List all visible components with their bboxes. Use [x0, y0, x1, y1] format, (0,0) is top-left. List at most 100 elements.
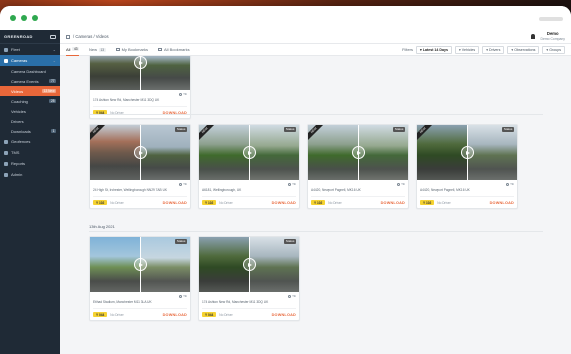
play-icon[interactable]	[133, 146, 147, 159]
video-card[interactable]: Status NEW Tilt A4420, Newport Pagnell, MK1…	[307, 124, 409, 209]
driver-name: No Driver	[219, 312, 233, 317]
tab-label: All Bookmarks	[164, 47, 190, 52]
play-icon[interactable]	[460, 146, 474, 159]
sidebar-header: GREENROAD	[0, 30, 60, 44]
driver-name: No Driver	[219, 200, 233, 205]
sidebar-item-badge: 77	[49, 79, 56, 83]
cab-camera-frame	[249, 125, 299, 180]
cab-camera-frame	[140, 56, 190, 90]
filter-bar: Filters ▾ Latest 14 Days ▾ Vehicles ▾ Dr…	[402, 45, 565, 54]
video-thumbnail[interactable]: Status NEW	[308, 125, 408, 180]
video-card[interactable]: Status NEW Tilt A6181, Wellingborough, UK Y …	[198, 124, 300, 209]
sidebar-item-fleet[interactable]: Fleet ⌄	[0, 44, 60, 55]
tab-my-bookmarks[interactable]: My Bookmarks	[115, 44, 148, 56]
sidebar-item-badge: 25	[49, 99, 56, 103]
tab-all[interactable]: All 43	[66, 44, 79, 56]
tilt-icon	[179, 92, 183, 96]
sidebar-item-label: Drivers	[11, 118, 24, 124]
sidebar-item-coaching[interactable]: Coaching 25	[0, 96, 60, 106]
driver-name: No Driver	[110, 200, 124, 205]
cab-camera-frame	[467, 125, 517, 180]
sidebar-item-reports[interactable]: Reports	[0, 158, 60, 169]
maximize-dot[interactable]	[32, 15, 38, 21]
video-footer: Y 102 No Driver DOWNLOAD	[202, 196, 296, 205]
play-icon[interactable]	[351, 146, 365, 159]
road-camera-frame	[90, 125, 140, 180]
sidebar-toggle-icon[interactable]	[50, 34, 56, 39]
video-thumbnail[interactable]: Status NEW	[199, 125, 299, 180]
tilt-icon	[397, 182, 401, 186]
user-area: Demo Demo Company	[530, 31, 566, 41]
download-link[interactable]: DOWNLOAD	[381, 201, 405, 205]
video-location: A4420, Newport Pagnell, MK16 UK	[311, 188, 361, 192]
address-bar[interactable]	[539, 17, 563, 21]
video-thumbnail[interactable]: Status NEW	[90, 125, 190, 180]
admin-icon	[4, 172, 8, 177]
video-thumbnail[interactable]: Status NEW	[417, 125, 517, 180]
close-dot[interactable]	[10, 15, 16, 21]
video-card[interactable]: Status Tilt 174 Ashton New Rd, Manchester …	[198, 236, 300, 321]
vehicle-badge: Y 102	[202, 200, 217, 205]
sidebar-item-downloads[interactable]: Downloads 1	[0, 126, 60, 136]
tilt-label: Tilt	[183, 182, 187, 186]
play-icon[interactable]	[133, 258, 147, 271]
app-shell: GREENROAD Fleet ⌄ Cameras ⌄ Camera Dashboard…	[0, 30, 571, 354]
road-camera-frame	[90, 56, 140, 90]
user-menu[interactable]: Demo Demo Company	[541, 31, 566, 41]
drivers-filter[interactable]: ▾ Drivers	[482, 45, 505, 54]
tilt-indicator: Tilt	[397, 182, 405, 186]
tilt-icon	[179, 294, 183, 298]
download-link[interactable]: DOWNLOAD	[163, 201, 187, 205]
tilt-label: Tilt	[183, 294, 187, 298]
video-location: 174 Ashton New Rd, Manchester M11 3DQ UK	[202, 300, 269, 304]
cab-camera-frame	[249, 237, 299, 292]
sidebar-item-camera-dashboard[interactable]: Camera Dashboard	[0, 66, 60, 76]
date-filter[interactable]: ▾ Latest 14 Days	[416, 45, 452, 54]
groups-filter[interactable]: ▾ Groups	[542, 45, 565, 54]
status-badge: Status	[175, 127, 187, 132]
video-card[interactable]: Status Tilt 174 Ashton New Rd, Manchester …	[89, 56, 191, 119]
video-meta: Tilt 174 Ashton New Rd, Manchester M11 3D…	[199, 292, 299, 320]
play-icon[interactable]	[242, 258, 256, 271]
video-thumbnail[interactable]: Status	[199, 237, 299, 292]
video-card[interactable]: Status NEW Tilt A4420, Newport Pagnell, MK1…	[416, 124, 518, 209]
download-link[interactable]: DOWNLOAD	[163, 313, 187, 317]
sidebar-item-tms[interactable]: TMS	[0, 147, 60, 158]
tab-new[interactable]: New 13	[89, 44, 106, 56]
bookmark-icon	[115, 48, 120, 51]
status-badge: Status	[284, 127, 296, 132]
video-card[interactable]: Status NEW Tilt 24 High St, Irchester, Well…	[89, 124, 191, 209]
play-icon[interactable]	[133, 56, 147, 69]
app-logo: GREENROAD	[4, 34, 33, 39]
video-card[interactable]: Status Tilt Etihad Stadium, Manchester M11…	[89, 236, 191, 321]
sidebar-item-label: Camera Events	[11, 78, 39, 84]
sidebar-item-label: Admin	[11, 172, 23, 177]
sidebar-item-videos[interactable]: Videos 13 New	[0, 86, 60, 96]
download-link[interactable]: DOWNLOAD	[490, 201, 514, 205]
vehicles-filter[interactable]: ▾ Vehicles	[454, 45, 480, 54]
video-thumbnail[interactable]: Status	[90, 56, 190, 90]
sidebar-item-drivers[interactable]: Drivers	[0, 116, 60, 126]
fleet-icon	[4, 47, 8, 52]
bell-icon[interactable]	[530, 34, 535, 39]
sidebar-item-cameras[interactable]: Cameras ⌄	[0, 55, 60, 66]
download-link[interactable]: DOWNLOAD	[272, 201, 296, 205]
video-location: A4420, Newport Pagnell, MK16 UK	[420, 188, 470, 192]
vehicle-badge: Y 102	[311, 200, 326, 205]
video-thumbnail[interactable]: Status	[90, 237, 190, 292]
sidebar-item-admin[interactable]: Admin	[0, 169, 60, 180]
play-icon[interactable]	[242, 146, 256, 159]
download-link[interactable]: DOWNLOAD	[272, 313, 296, 317]
sidebar-item-vehicles[interactable]: Vehicles	[0, 106, 60, 116]
tab-all-bookmarks[interactable]: All Bookmarks	[158, 44, 190, 56]
sidebar-item-camera-events[interactable]: Camera Events 77	[0, 76, 60, 86]
minimize-dot[interactable]	[21, 15, 27, 21]
section-divider	[89, 114, 543, 115]
tab-count: 43	[72, 47, 79, 51]
observations-filter[interactable]: ▾ Observations	[507, 45, 540, 54]
sidebar-item-geofences[interactable]: Geofences	[0, 136, 60, 147]
video-footer: Y 044 No Driver DOWNLOAD	[202, 308, 296, 317]
status-badge: Status	[175, 239, 187, 244]
bookmark-icon	[158, 48, 163, 51]
tilt-indicator: Tilt	[506, 182, 514, 186]
